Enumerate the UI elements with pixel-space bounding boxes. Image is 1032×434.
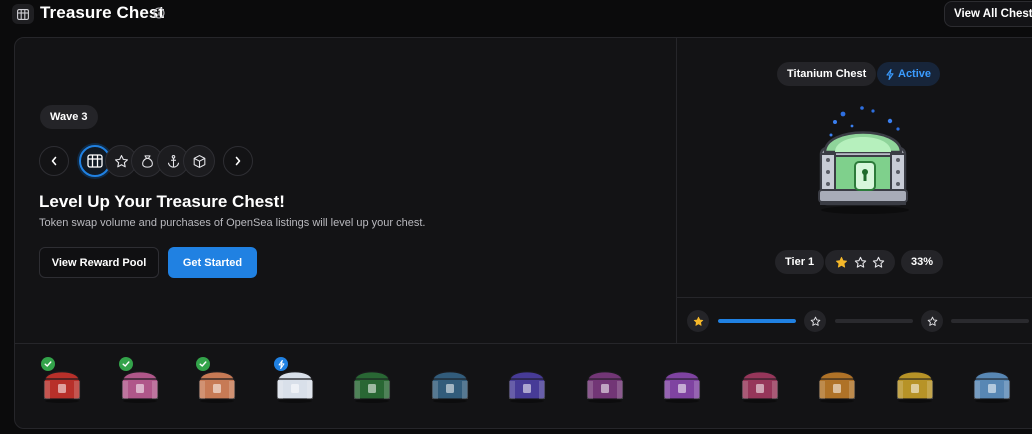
tier-stars [825, 250, 895, 274]
chest-icon [508, 371, 546, 403]
level-up-description: Token swap volume and purchases of OpenS… [39, 217, 426, 229]
view-all-chests-button[interactable]: View All Chests [944, 1, 1032, 27]
chest-icon [586, 371, 624, 403]
progress-bar-3 [951, 319, 1029, 323]
active-lightning-icon [274, 357, 288, 371]
chest-icon [353, 371, 391, 403]
panel-divider [676, 38, 677, 344]
lightning-icon [886, 68, 894, 80]
chevron-right-icon [235, 156, 241, 166]
wave-badge: Wave 3 [40, 105, 98, 129]
chest-thumbnail[interactable] [814, 364, 860, 404]
chest-icon [663, 371, 701, 403]
chest-icon [741, 371, 779, 403]
chest-thumbnail[interactable] [582, 364, 628, 404]
grid-chest-icon [12, 4, 34, 24]
star-outline-icon [854, 256, 866, 268]
progress-bar-1 [718, 319, 796, 323]
chest-thumbnail[interactable] [504, 364, 550, 404]
chest-thumbnail[interactable] [659, 364, 705, 404]
category-cube[interactable] [183, 145, 215, 177]
treasure-chest-card: Wave 3 Level Up Your Treasure Chest! Tok… [14, 37, 1032, 429]
anchor-icon [167, 154, 179, 168]
progress-percent-badge: 33% [901, 250, 944, 274]
money-bag-icon [141, 154, 153, 168]
chest-icon [818, 371, 856, 403]
strip-divider [15, 343, 1032, 344]
tier-badge: Tier 1 [775, 250, 825, 274]
star-outline-icon [810, 316, 820, 326]
star-outline-icon [873, 256, 885, 268]
chest-grid-icon [87, 154, 103, 168]
completed-check-icon [196, 357, 210, 371]
level-up-title: Level Up Your Treasure Chest! [39, 192, 285, 211]
page-title: Treasure Chest [40, 3, 165, 22]
titanium-chest-image [818, 106, 909, 214]
chest-thumbnail[interactable] [349, 364, 395, 404]
page-header: Treasure Chest View All Chests [0, 0, 1032, 30]
chevron-left-icon [51, 156, 57, 166]
progress-star-1 [687, 310, 709, 332]
status-badge: Active [877, 62, 941, 86]
get-started-button[interactable]: Get Started [168, 247, 257, 278]
progress-star-3 [921, 310, 943, 332]
chest-thumbnail[interactable] [737, 364, 783, 404]
progress-bar-2 [835, 319, 913, 323]
chest-icon [431, 371, 469, 403]
status-label: Active [898, 68, 932, 80]
chest-icon [896, 371, 934, 403]
chest-thumbnail[interactable] [427, 364, 473, 404]
star-outline-icon [927, 316, 937, 326]
star-icon [114, 154, 128, 167]
completed-check-icon [119, 357, 133, 371]
next-button[interactable] [223, 146, 253, 176]
view-reward-pool-button[interactable]: View Reward Pool [39, 247, 159, 278]
completed-check-icon [41, 357, 55, 371]
progress-fill-1 [718, 319, 796, 323]
progress-divider [676, 297, 1032, 298]
previous-button[interactable] [39, 146, 69, 176]
chest-name-badge: Titanium Chest [777, 62, 877, 86]
chest-thumbnail[interactable] [892, 364, 938, 404]
info-icon[interactable] [153, 7, 165, 19]
chest-icon [973, 371, 1011, 403]
star-filled-icon [835, 256, 847, 268]
chest-thumbnail[interactable] [969, 364, 1015, 404]
progress-star-2 [804, 310, 826, 332]
star-filled-icon [693, 316, 703, 326]
cube-icon [193, 154, 205, 168]
